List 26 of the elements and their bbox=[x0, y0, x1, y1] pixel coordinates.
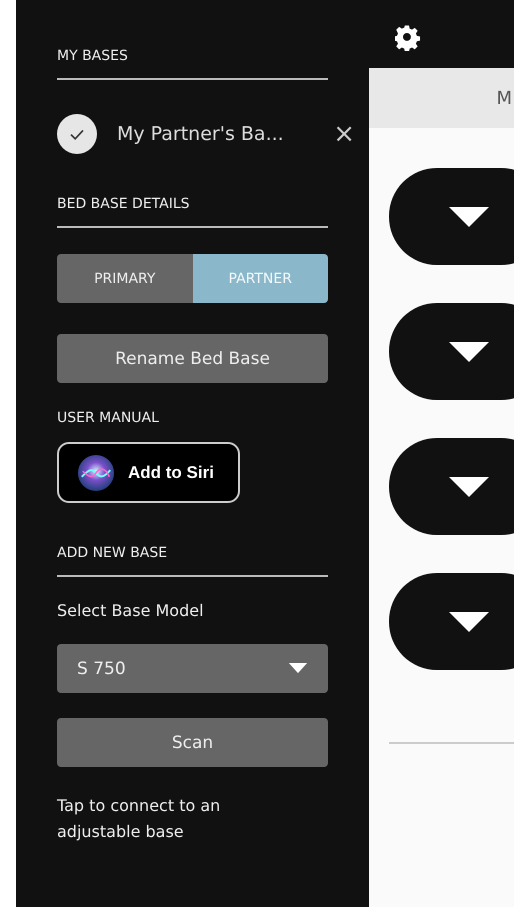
caret-icon bbox=[449, 342, 489, 362]
hint-text: Tap to connect to an adjustable base bbox=[57, 795, 222, 843]
caret-icon bbox=[449, 476, 489, 496]
caret-icon bbox=[288, 663, 308, 674]
caret-icon bbox=[449, 612, 489, 632]
dropdown-pill-button[interactable] bbox=[389, 168, 514, 265]
section-heading: MY BASES bbox=[57, 48, 128, 64]
section-heading: ADD NEW BASE bbox=[57, 545, 168, 561]
caret-icon bbox=[449, 206, 489, 226]
siri-orb-icon bbox=[77, 454, 115, 492]
header-title: M bbox=[496, 88, 512, 108]
base-name[interactable]: My Partner's Ba... bbox=[117, 123, 334, 145]
check-icon[interactable] bbox=[57, 114, 97, 154]
dropdown-pill-button[interactable] bbox=[389, 303, 514, 400]
segment-tab[interactable]: PRIMARY bbox=[57, 254, 192, 303]
close-button[interactable]: × bbox=[333, 121, 355, 147]
rename-button[interactable]: Rename Bed Base bbox=[57, 334, 328, 383]
settings-icon[interactable] bbox=[395, 25, 421, 51]
add-to-siri-button[interactable]: Add to Siri bbox=[57, 442, 240, 503]
dropdown-pill-button[interactable] bbox=[389, 438, 514, 535]
field-label: Select Base Model bbox=[57, 601, 205, 620]
section-heading: BED BASE DETAILS bbox=[57, 196, 190, 212]
scan-button[interactable]: Scan bbox=[57, 718, 328, 767]
section-heading: USER MANUAL bbox=[57, 410, 160, 426]
model-dropdown[interactable]: S 750 bbox=[57, 644, 328, 693]
dropdown-pill-button[interactable] bbox=[389, 573, 514, 670]
